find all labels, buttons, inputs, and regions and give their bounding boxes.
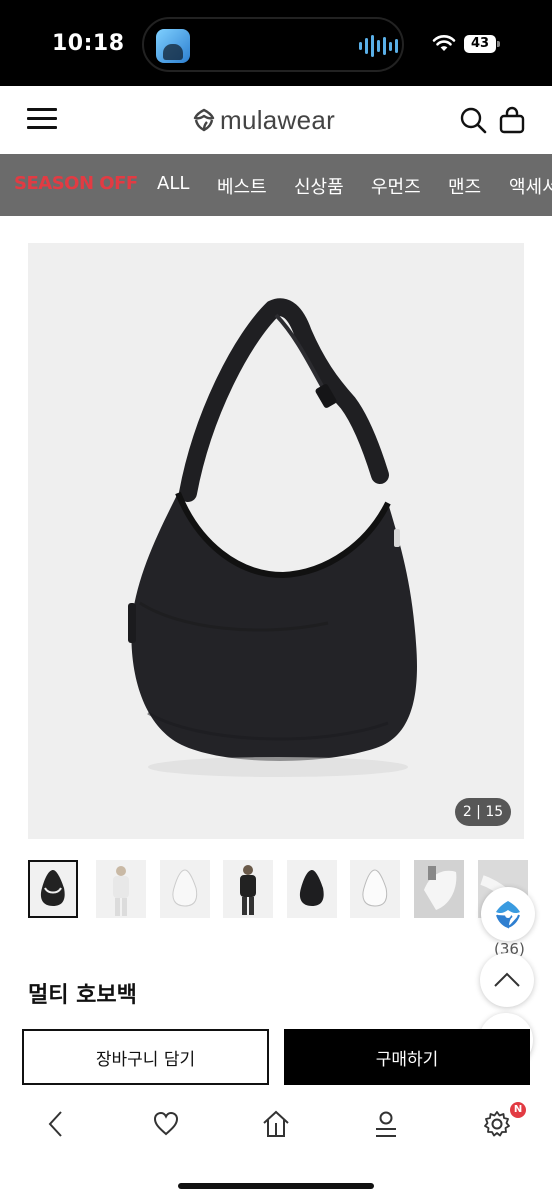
search-icon[interactable] xyxy=(459,106,487,134)
thumbnail[interactable] xyxy=(160,860,210,918)
site-header: mulawear xyxy=(0,86,552,154)
status-time: 10:18 xyxy=(52,31,125,56)
nav-item-womens[interactable]: 우먼즈 xyxy=(371,173,421,199)
home-icon[interactable] xyxy=(261,1109,291,1139)
heart-icon[interactable] xyxy=(151,1109,181,1139)
nav-item-best[interactable]: 베스트 xyxy=(217,173,267,199)
home-indicator[interactable] xyxy=(178,1183,374,1189)
image-counter: 2 | 15 xyxy=(455,798,511,826)
settings-icon[interactable] xyxy=(482,1109,512,1139)
thumbnail[interactable] xyxy=(28,860,78,918)
scroll-up-button[interactable] xyxy=(480,953,534,1007)
add-to-cart-button[interactable]: 장바구니 담기 xyxy=(22,1029,269,1085)
nav-item-new[interactable]: 신상품 xyxy=(294,173,344,199)
buy-now-button[interactable]: 구매하기 xyxy=(284,1029,530,1085)
thumbnail-strip xyxy=(28,860,528,918)
status-bar: 10:18 43 xyxy=(0,0,552,86)
menu-icon[interactable] xyxy=(27,108,57,130)
notification-badge: N xyxy=(510,1102,526,1118)
app-screen: 10:18 43 mulawear SEASON OFF ALL 베스트 신상품… xyxy=(0,0,552,1200)
thumbnail[interactable] xyxy=(223,860,273,918)
chevron-up-icon xyxy=(494,972,520,987)
hobo-bag-image xyxy=(128,298,417,777)
audio-wave-icon xyxy=(359,34,398,58)
product-title: 멀티 호보백 xyxy=(28,983,137,1008)
bottom-toolbar: N xyxy=(0,1095,552,1200)
thumbnail[interactable] xyxy=(96,860,146,918)
brand-flower-icon xyxy=(496,901,520,929)
battery-indicator: 43 xyxy=(464,35,500,53)
logo-mark-icon xyxy=(193,108,215,132)
thumbnail[interactable] xyxy=(287,860,337,918)
review-button[interactable] xyxy=(481,887,535,941)
dynamic-island[interactable] xyxy=(142,17,404,72)
nav-item-all[interactable]: ALL xyxy=(157,173,189,194)
shopping-bag-icon[interactable] xyxy=(498,106,526,134)
logo-text: mulawear xyxy=(220,104,336,135)
wifi-icon xyxy=(432,35,456,51)
nav-item-accessories[interactable]: 액세서 xyxy=(509,173,552,199)
category-nav: SEASON OFF ALL 베스트 신상품 우먼즈 맨즈 액세서 xyxy=(0,154,552,216)
nav-item-mens[interactable]: 맨즈 xyxy=(448,173,481,199)
thumbnail[interactable] xyxy=(350,860,400,918)
brand-logo[interactable]: mulawear xyxy=(192,102,335,138)
nav-item-season-off[interactable]: SEASON OFF xyxy=(14,173,138,194)
user-icon[interactable] xyxy=(371,1109,401,1139)
thumbnail[interactable] xyxy=(414,860,464,918)
product-image[interactable] xyxy=(28,243,524,839)
now-playing-thumbnail xyxy=(156,29,190,63)
back-icon[interactable] xyxy=(42,1109,72,1139)
